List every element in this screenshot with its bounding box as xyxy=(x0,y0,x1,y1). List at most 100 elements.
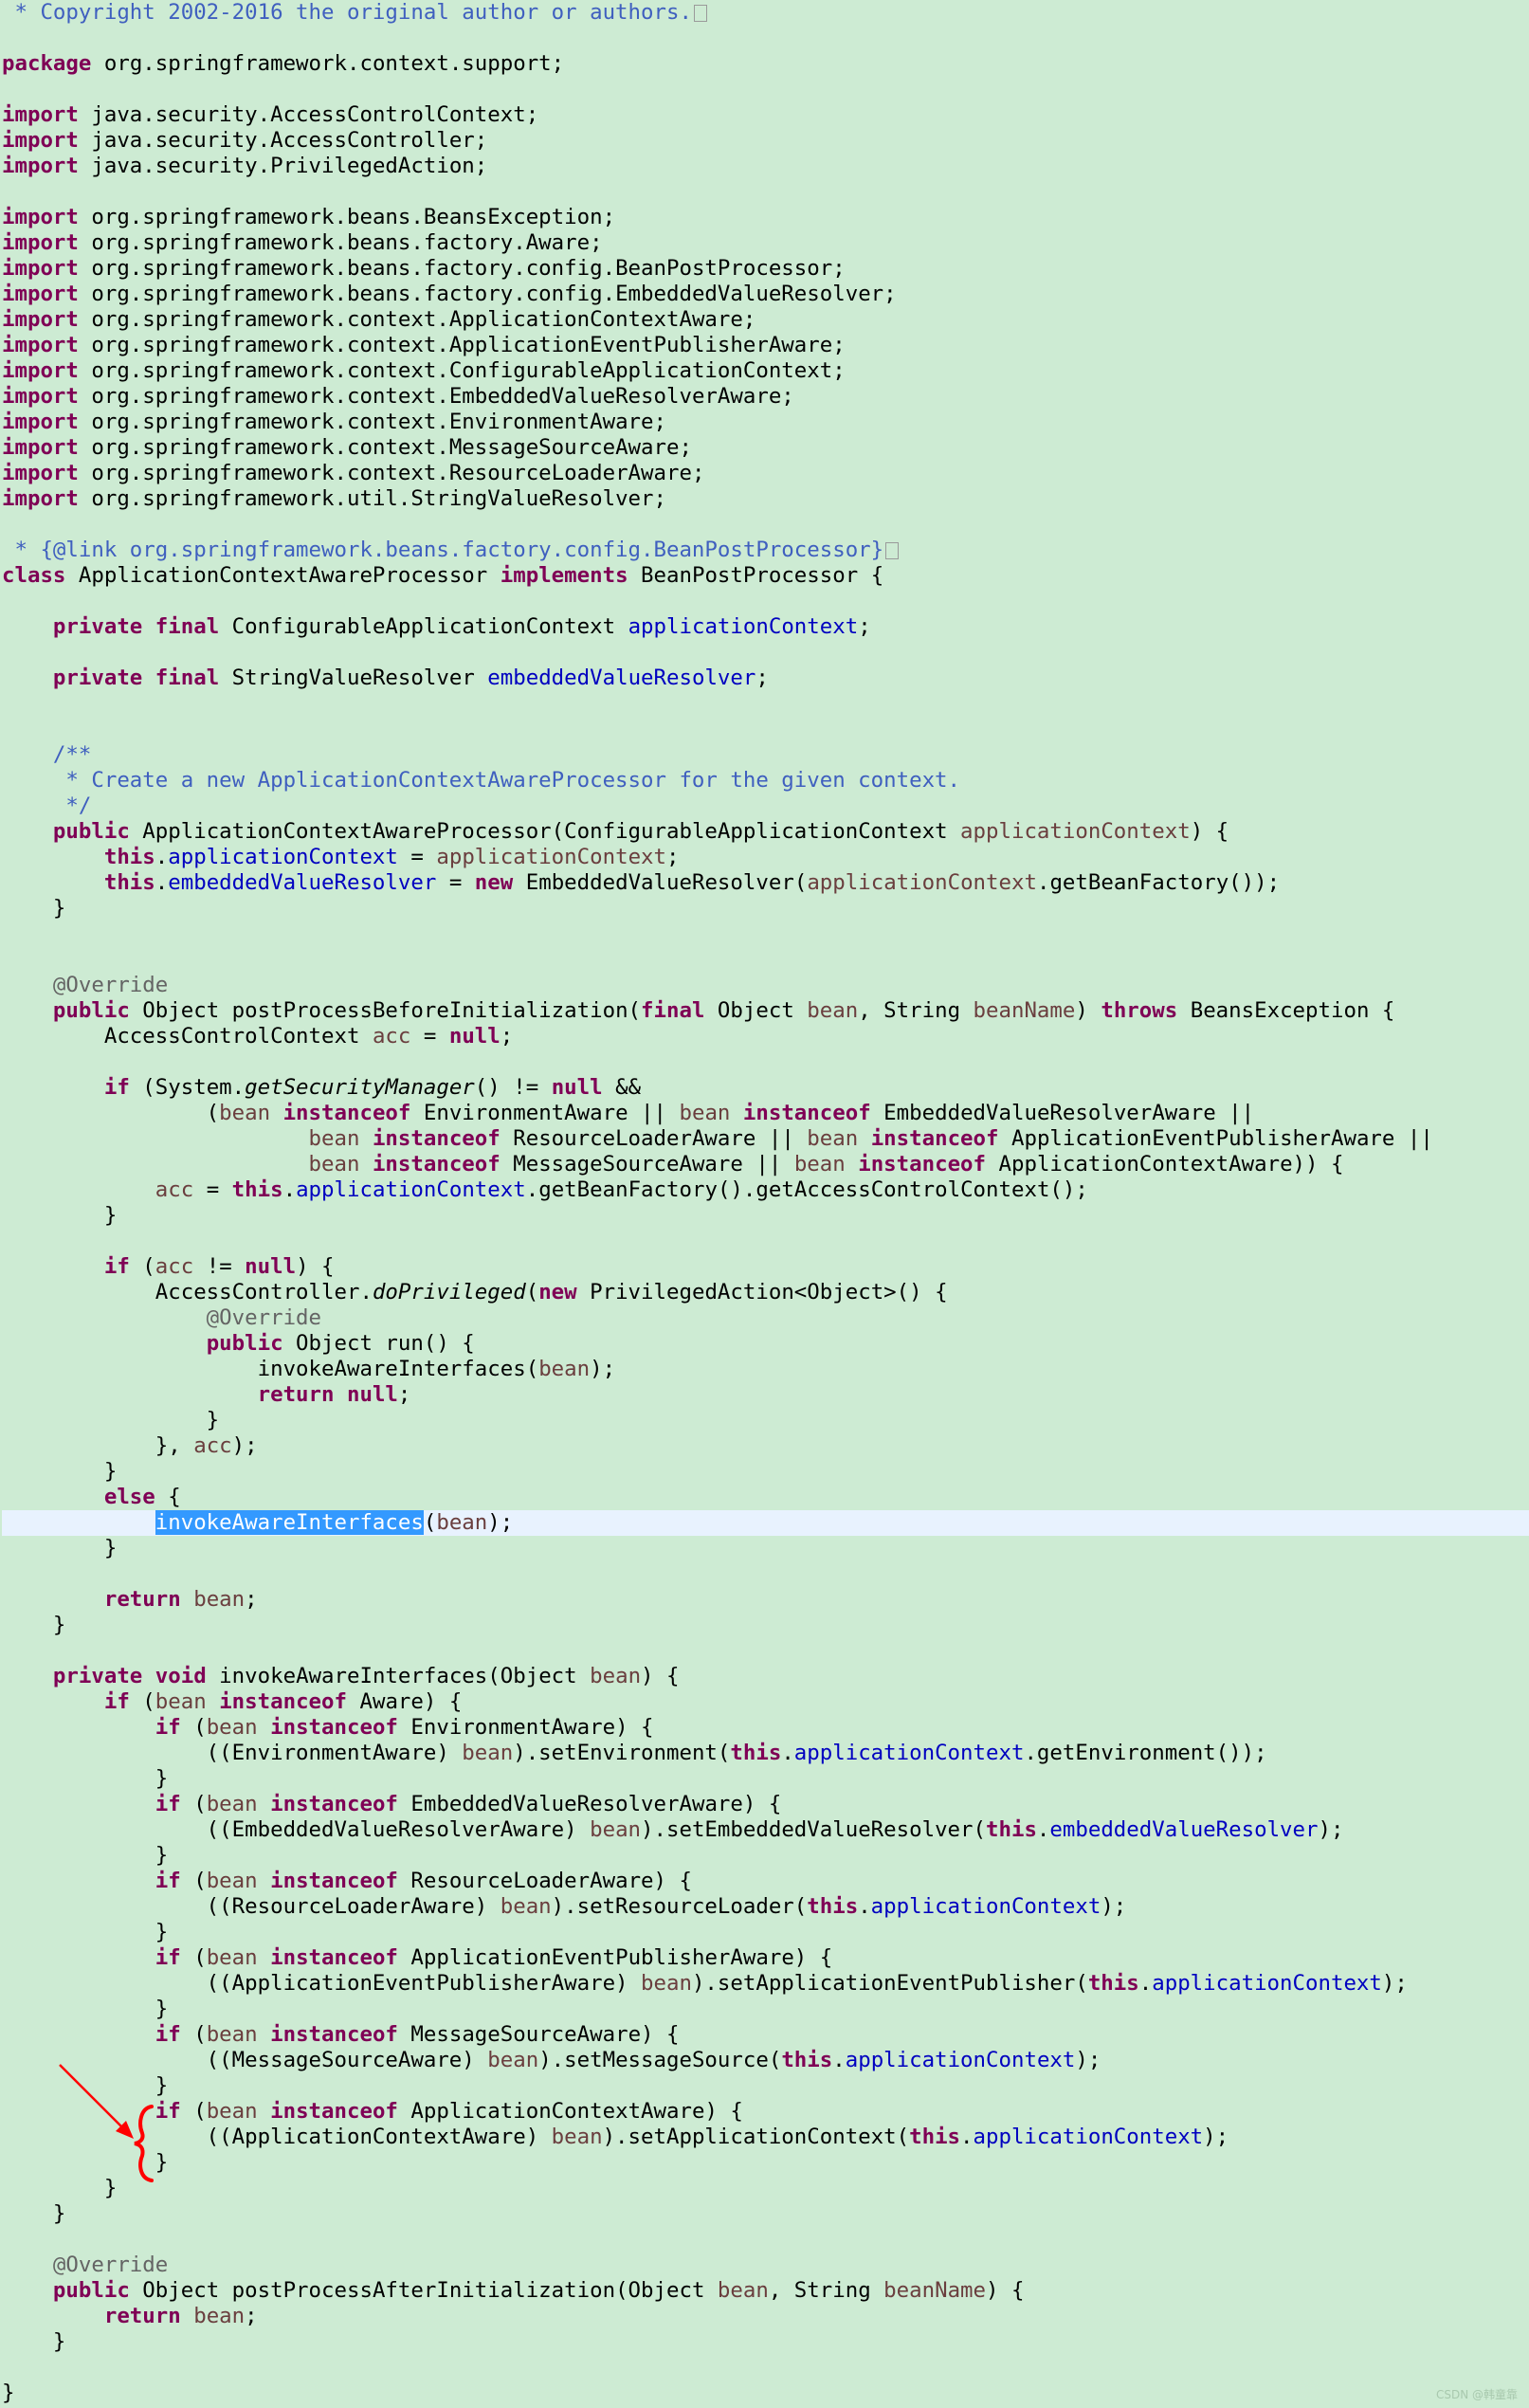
code-line[interactable]: } xyxy=(2,1203,1529,1229)
keyword-token: instanceof xyxy=(219,1689,347,1714)
code-line[interactable]: import java.security.PrivilegedAction; xyxy=(2,154,1529,179)
code-line[interactable]: ((EnvironmentAware) bean).setEnvironment… xyxy=(2,1741,1529,1766)
code-line[interactable]: } xyxy=(2,1613,1529,1638)
code-line[interactable]: import org.springframework.beans.factory… xyxy=(2,282,1529,307)
code-line[interactable]: class ApplicationContextAwareProcessor i… xyxy=(2,563,1529,589)
code-line[interactable]: if (bean instanceof EmbeddedValueResolve… xyxy=(2,1792,1529,1817)
code-line[interactable]: if (bean instanceof Aware) { xyxy=(2,1689,1529,1715)
code-line[interactable]: * {@link org.springframework.beans.facto… xyxy=(2,538,1529,563)
code-line[interactable]: } xyxy=(2,2176,1529,2201)
code-line[interactable] xyxy=(2,2355,1529,2381)
code-line[interactable]: import org.springframework.context.Confi… xyxy=(2,358,1529,384)
code-line[interactable]: public ApplicationContextAwareProcessor(… xyxy=(2,819,1529,845)
code-line[interactable]: public Object postProcessBeforeInitializ… xyxy=(2,998,1529,1024)
code-line[interactable]: @Override xyxy=(2,1305,1529,1331)
code-line[interactable]: } xyxy=(2,1536,1529,1561)
code-line[interactable] xyxy=(2,1049,1529,1075)
current-code-line[interactable]: invokeAwareInterfaces(bean); xyxy=(2,1510,1529,1536)
code-line[interactable] xyxy=(2,691,1529,717)
code-line[interactable]: this.embeddedValueResolver = new Embedde… xyxy=(2,870,1529,896)
code-line[interactable] xyxy=(2,1229,1529,1254)
code-line[interactable]: } xyxy=(2,2150,1529,2176)
code-line[interactable]: ((ApplicationEventPublisherAware) bean).… xyxy=(2,1971,1529,1997)
code-line[interactable]: bean instanceof ResourceLoaderAware || b… xyxy=(2,1126,1529,1152)
code-line[interactable]: } xyxy=(2,1459,1529,1485)
code-line[interactable]: if (bean instanceof ApplicationEventPubl… xyxy=(2,1945,1529,1971)
code-line[interactable]: import org.springframework.util.StringVa… xyxy=(2,486,1529,512)
code-line[interactable]: import org.springframework.context.Embed… xyxy=(2,384,1529,410)
code-line[interactable] xyxy=(2,1638,1529,1664)
code-line[interactable]: invokeAwareInterfaces(bean); xyxy=(2,1357,1529,1382)
code-line[interactable] xyxy=(2,179,1529,205)
keyword-token: instanceof xyxy=(372,1126,501,1151)
code-line[interactable] xyxy=(2,921,1529,947)
code-line[interactable]: return bean; xyxy=(2,1587,1529,1613)
code-line[interactable]: @Override xyxy=(2,973,1529,998)
code-line[interactable]: /** xyxy=(2,742,1529,768)
code-line[interactable]: } xyxy=(2,2073,1529,2099)
code-line[interactable]: else { xyxy=(2,1485,1529,1510)
code-line[interactable] xyxy=(2,2227,1529,2253)
code-line[interactable]: import org.springframework.context.Appli… xyxy=(2,307,1529,333)
code-line[interactable]: ((EmbeddedValueResolverAware) bean).setE… xyxy=(2,1817,1529,1843)
code-line[interactable] xyxy=(2,26,1529,51)
code-line[interactable]: } xyxy=(2,1843,1529,1869)
code-line[interactable]: import org.springframework.context.Messa… xyxy=(2,435,1529,461)
code-line[interactable]: import org.springframework.beans.BeansEx… xyxy=(2,205,1529,230)
code-line[interactable]: acc = this.applicationContext.getBeanFac… xyxy=(2,1177,1529,1203)
code-line[interactable]: ((ResourceLoaderAware) bean).setResource… xyxy=(2,1894,1529,1920)
code-line[interactable]: @Override xyxy=(2,2253,1529,2278)
code-line[interactable]: if (System.getSecurityManager() != null … xyxy=(2,1075,1529,1101)
code-line[interactable]: import org.springframework.beans.factory… xyxy=(2,230,1529,256)
code-line[interactable]: import org.springframework.beans.factory… xyxy=(2,256,1529,282)
code-line[interactable]: import java.security.AccessControlContex… xyxy=(2,102,1529,128)
code-line[interactable]: } xyxy=(2,1997,1529,2022)
code-line[interactable]: import org.springframework.context.Appli… xyxy=(2,333,1529,358)
code-line[interactable]: import org.springframework.context.Envir… xyxy=(2,410,1529,435)
code-line[interactable]: * Create a new ApplicationContextAwarePr… xyxy=(2,768,1529,794)
code-line[interactable]: if (bean instanceof MessageSourceAware) … xyxy=(2,2022,1529,2048)
code-line[interactable]: } xyxy=(2,1920,1529,1945)
code-line[interactable]: this.applicationContext = applicationCon… xyxy=(2,845,1529,870)
code-line[interactable]: } xyxy=(2,2329,1529,2355)
code-line[interactable]: } xyxy=(2,1408,1529,1433)
code-line[interactable]: import org.springframework.context.Resou… xyxy=(2,461,1529,486)
fold-marker-icon[interactable] xyxy=(885,541,900,559)
code-line[interactable]: } xyxy=(2,2381,1529,2406)
code-line[interactable]: public Object run() { xyxy=(2,1331,1529,1357)
code-line[interactable]: private void invokeAwareInterfaces(Objec… xyxy=(2,1664,1529,1689)
code-line[interactable]: }, acc); xyxy=(2,1433,1529,1459)
code-line[interactable]: if (bean instanceof ApplicationContextAw… xyxy=(2,2099,1529,2125)
code-line[interactable]: public Object postProcessAfterInitializa… xyxy=(2,2278,1529,2304)
code-line[interactable] xyxy=(2,640,1529,666)
code-line[interactable]: } xyxy=(2,1766,1529,1792)
code-token: PrivilegedAction<Object>() { xyxy=(576,1280,948,1304)
code-line[interactable]: AccessControlContext acc = null; xyxy=(2,1024,1529,1049)
code-line[interactable]: bean instanceof MessageSourceAware || be… xyxy=(2,1152,1529,1177)
code-line[interactable] xyxy=(2,77,1529,102)
code-line[interactable]: (bean instanceof EnvironmentAware || bea… xyxy=(2,1101,1529,1126)
code-line[interactable]: ((ApplicationContextAware) bean).setAppl… xyxy=(2,2125,1529,2150)
code-line[interactable]: private final StringValueResolver embedd… xyxy=(2,666,1529,691)
code-line[interactable] xyxy=(2,947,1529,973)
code-line[interactable]: */ xyxy=(2,794,1529,819)
code-line[interactable]: AccessController.doPrivileged(new Privil… xyxy=(2,1280,1529,1305)
code-line[interactable] xyxy=(2,512,1529,538)
code-line[interactable]: package org.springframework.context.supp… xyxy=(2,51,1529,77)
code-line[interactable]: private final ConfigurableApplicationCon… xyxy=(2,614,1529,640)
code-line[interactable]: return bean; xyxy=(2,2304,1529,2329)
fold-marker-icon[interactable] xyxy=(693,4,707,22)
code-line[interactable]: * Copyright 2002-2016 the original autho… xyxy=(2,0,1529,26)
code-line[interactable]: import java.security.AccessController; xyxy=(2,128,1529,154)
code-editor[interactable]: * Copyright 2002-2016 the original autho… xyxy=(2,0,1529,2406)
code-line[interactable]: ((MessageSourceAware) bean).setMessageSo… xyxy=(2,2048,1529,2073)
code-line[interactable]: if (bean instanceof ResourceLoaderAware)… xyxy=(2,1869,1529,1894)
code-line[interactable]: } xyxy=(2,896,1529,921)
code-line[interactable] xyxy=(2,589,1529,614)
code-line[interactable]: return null; xyxy=(2,1382,1529,1408)
code-line[interactable] xyxy=(2,717,1529,742)
code-line[interactable]: } xyxy=(2,2201,1529,2227)
code-line[interactable]: if (acc != null) { xyxy=(2,1254,1529,1280)
code-line[interactable]: if (bean instanceof EnvironmentAware) { xyxy=(2,1715,1529,1741)
code-line[interactable] xyxy=(2,1561,1529,1587)
